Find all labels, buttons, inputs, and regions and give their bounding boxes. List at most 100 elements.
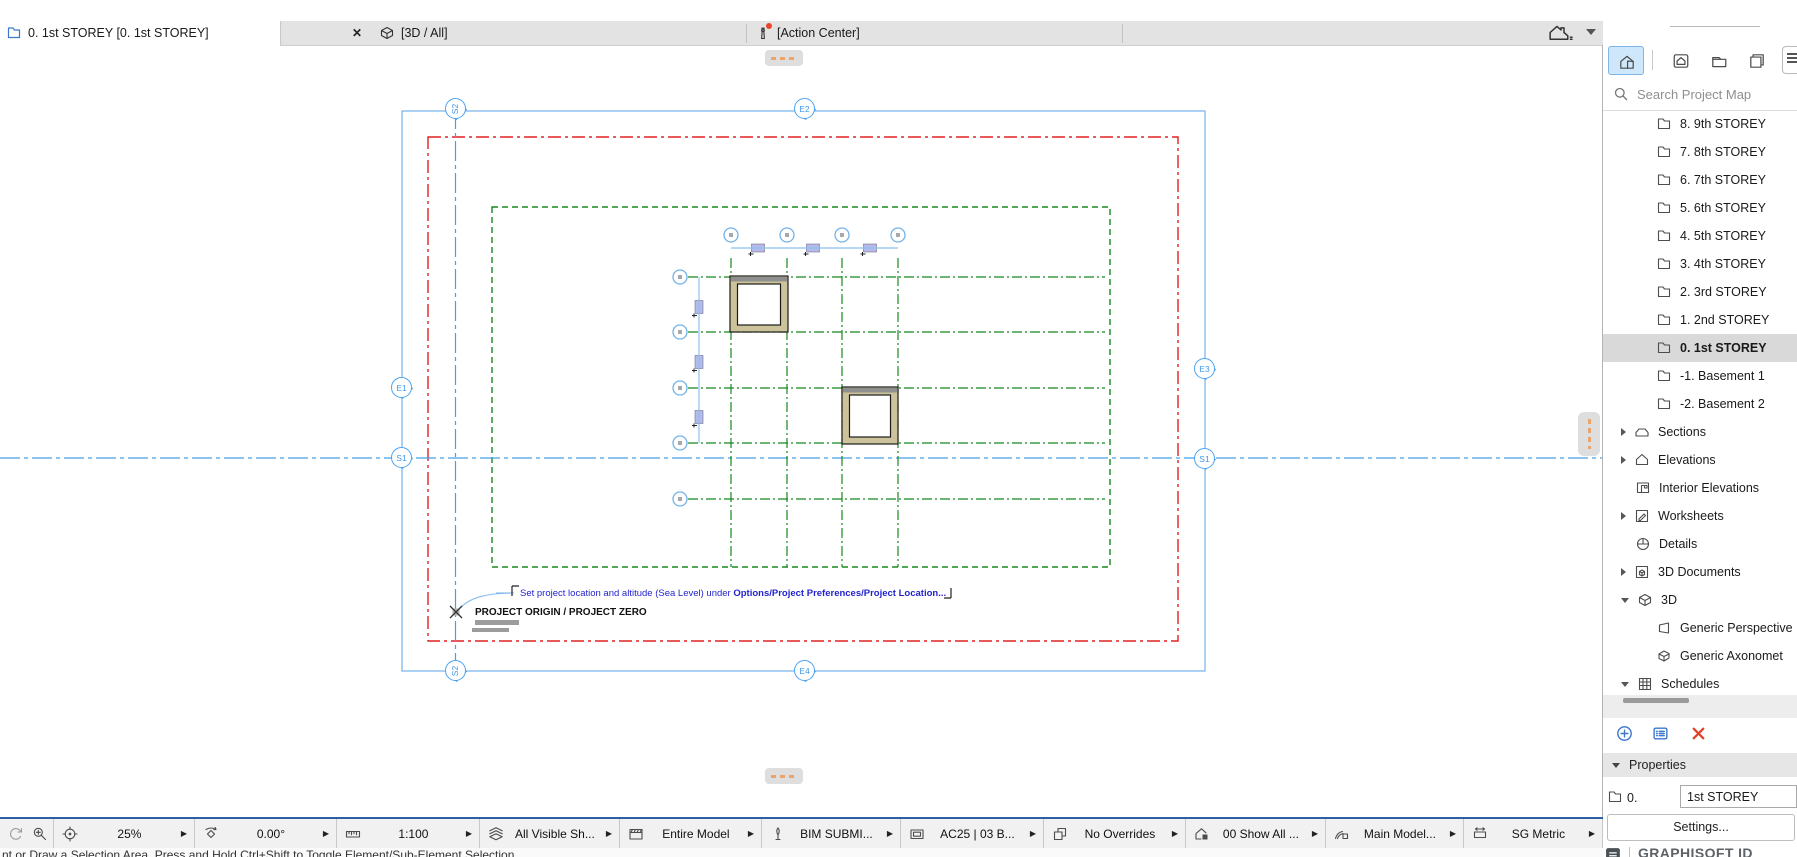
nav-mode-project-map[interactable] [1608, 46, 1644, 75]
toolbar-group-fit-in-window[interactable]: 25%▶ [54, 819, 195, 848]
toolbar-group-scale[interactable]: 1:100▶ [337, 819, 480, 848]
toolbar-group-working-units[interactable]: SG Metric▶ [1464, 819, 1603, 848]
properties-header[interactable]: Properties [1603, 753, 1797, 777]
tree-item-sections[interactable]: Sections [1603, 418, 1797, 446]
tree-item-2-basement-2[interactable]: -2. Basement 2 [1603, 390, 1797, 418]
toolbar-group-navigation[interactable] [0, 819, 54, 848]
toolbar-group-renovation-filter[interactable]: 00 Show All ...▶ [1186, 819, 1326, 848]
palette-handle-top[interactable] [765, 50, 803, 66]
flyout-arrow-icon[interactable]: ▶ [1589, 829, 1595, 838]
chevron-right-icon[interactable] [1621, 456, 1626, 464]
column-element[interactable] [842, 387, 898, 444]
tree-item-4-5th-storey[interactable]: 4. 5th STOREY [1603, 222, 1797, 250]
grid-marker-e1[interactable]: E1 [391, 377, 413, 399]
nav-mode-layout-book[interactable] [1701, 46, 1735, 73]
tab-floor-plan[interactable]: 0. 1st STOREY [0. 1st STOREY] [0, 21, 281, 45]
search-box [1603, 78, 1797, 111]
tree-item-interior-elevations[interactable]: Interior Elevations [1603, 474, 1797, 502]
history-icon[interactable] [8, 826, 24, 842]
storey-icon [1656, 340, 1672, 356]
toolbar-value: 0.00° [219, 827, 323, 841]
floor-plan-canvas[interactable]: Set project location and altitude (Sea L… [0, 45, 1603, 857]
storey-icon [1656, 228, 1672, 244]
grid-marker-s2[interactable]: S2 [445, 660, 467, 682]
flyout-arrow-icon[interactable]: ▶ [1312, 829, 1318, 838]
tree-item-elevations[interactable]: Elevations [1603, 446, 1797, 474]
tab-bar: 0. 1st STOREY [0. 1st STOREY] ✕ [3D / Al… [0, 0, 1797, 45]
tree-item-7-8th-storey[interactable]: 7. 8th STOREY [1603, 138, 1797, 166]
grid-marker-e2[interactable]: E2 [794, 98, 816, 120]
tree-item-3-4th-storey[interactable]: 3. 4th STOREY [1603, 250, 1797, 278]
tree-item-0-1st-storey[interactable]: 0. 1st STOREY [1603, 334, 1797, 362]
zoom-in-icon[interactable] [32, 826, 48, 842]
flyout-arrow-icon[interactable]: ▶ [181, 829, 187, 838]
toolbar-group-rotate[interactable]: 0.00°▶ [195, 819, 337, 848]
tree-item-generic-perspective[interactable]: Generic Perspective [1603, 614, 1797, 642]
nav-mode-view-map[interactable] [1663, 46, 1697, 73]
flyout-arrow-icon[interactable]: ▶ [1450, 829, 1456, 838]
tree-item-3d[interactable]: 3D [1603, 586, 1797, 614]
chevron-right-icon[interactable] [1621, 568, 1626, 576]
flyout-arrow-icon[interactable]: ▶ [466, 829, 472, 838]
column-element[interactable] [730, 276, 788, 332]
storey-name-field[interactable]: 1st STOREY [1680, 785, 1797, 808]
tree-item-schedules[interactable]: Schedules [1603, 670, 1797, 698]
grid-marker-e3[interactable]: E3 [1194, 358, 1216, 380]
grid-marker-s1[interactable]: S1 [391, 447, 413, 469]
publisher-icon [1748, 52, 1764, 68]
chevron-down-icon[interactable] [1586, 29, 1596, 35]
delete-viewpoint-button[interactable] [1690, 725, 1707, 742]
storey-icon [1656, 172, 1672, 188]
settings-button[interactable]: Settings... [1607, 814, 1795, 841]
tree-item-details[interactable]: Details [1603, 530, 1797, 558]
grid-marker-s1[interactable]: S1 [1194, 448, 1216, 470]
grid-marker-e4[interactable]: E4 [794, 660, 816, 682]
toolbar-group-dimension[interactable]: Main Model...▶ [1326, 819, 1464, 848]
tree-item-1-2nd-storey[interactable]: 1. 2nd STOREY [1603, 306, 1797, 334]
tree-item-3d-documents[interactable]: 3D Documents [1603, 558, 1797, 586]
search-input[interactable] [1635, 86, 1789, 103]
panel-menu-icon[interactable] [1782, 46, 1797, 74]
sidebar-splitter-handle[interactable] [1578, 412, 1600, 456]
chevron-right-icon[interactable] [1621, 512, 1626, 520]
location-annotation[interactable]: Set project location and altitude (Sea L… [520, 588, 946, 599]
toolbar-value: SG Metric [1488, 827, 1589, 841]
palette-handle-bottom[interactable] [765, 768, 803, 784]
flyout-arrow-icon[interactable]: ▶ [887, 829, 893, 838]
tree-hscroll-track[interactable] [1603, 695, 1797, 718]
flyout-arrow-icon[interactable]: ▶ [606, 829, 612, 838]
tab-label: [Action Center] [777, 26, 860, 40]
toolbar-group-layers[interactable]: All Visible Sh...▶ [480, 819, 620, 848]
viewpoint-settings-button[interactable] [1652, 725, 1669, 742]
tree-item-2-3rd-storey[interactable]: 2. 3rd STOREY [1603, 278, 1797, 306]
toolbar-group-structure-display[interactable]: Entire Model▶ [620, 819, 762, 848]
grid-marker-s2[interactable]: S2 [445, 98, 467, 120]
tree-hscroll-thumb[interactable] [1623, 698, 1689, 703]
tree-item-label: 6. 7th STOREY [1680, 173, 1766, 187]
tree-item-8-9th-storey[interactable]: 8. 9th STOREY [1603, 110, 1797, 138]
tree-item-6-7th-storey[interactable]: 6. 7th STOREY [1603, 166, 1797, 194]
storey-icon [1607, 789, 1623, 805]
add-viewpoint-button[interactable] [1616, 725, 1633, 742]
nav-mode-publisher[interactable] [1739, 46, 1773, 73]
flyout-arrow-icon[interactable]: ▶ [1030, 829, 1036, 838]
flyout-arrow-icon[interactable]: ▶ [1172, 829, 1178, 838]
tree-item-worksheets[interactable]: Worksheets [1603, 502, 1797, 530]
tree-item-generic-axonomet[interactable]: Generic Axonomet [1603, 642, 1797, 670]
chevron-down-icon[interactable] [1621, 598, 1629, 603]
toolbar-value: Entire Model [644, 827, 748, 841]
tab-3d-all[interactable]: [3D / All] [281, 21, 746, 45]
chevron-down-icon[interactable] [1621, 682, 1629, 687]
graphisoft-id-bar[interactable]: GRAPHISOFT ID [1603, 844, 1797, 857]
tab-action-center[interactable]: [Action Center] [747, 21, 1121, 45]
tree-item-5-6th-storey[interactable]: 5. 6th STOREY [1603, 194, 1797, 222]
toolbar-group-graphic-override[interactable]: No Overrides▶ [1044, 819, 1186, 848]
teamwork-cloud-icon[interactable] [1546, 23, 1580, 43]
flyout-arrow-icon[interactable]: ▶ [748, 829, 754, 838]
view-map-icon [1672, 52, 1688, 68]
toolbar-group-pen-set[interactable]: BIM SUBMI...▶ [762, 819, 901, 848]
flyout-arrow-icon[interactable]: ▶ [323, 829, 329, 838]
toolbar-group-model-view-options[interactable]: AC25 | 03 B...▶ [901, 819, 1044, 848]
chevron-right-icon[interactable] [1621, 428, 1626, 436]
tree-item-1-basement-1[interactable]: -1. Basement 1 [1603, 362, 1797, 390]
